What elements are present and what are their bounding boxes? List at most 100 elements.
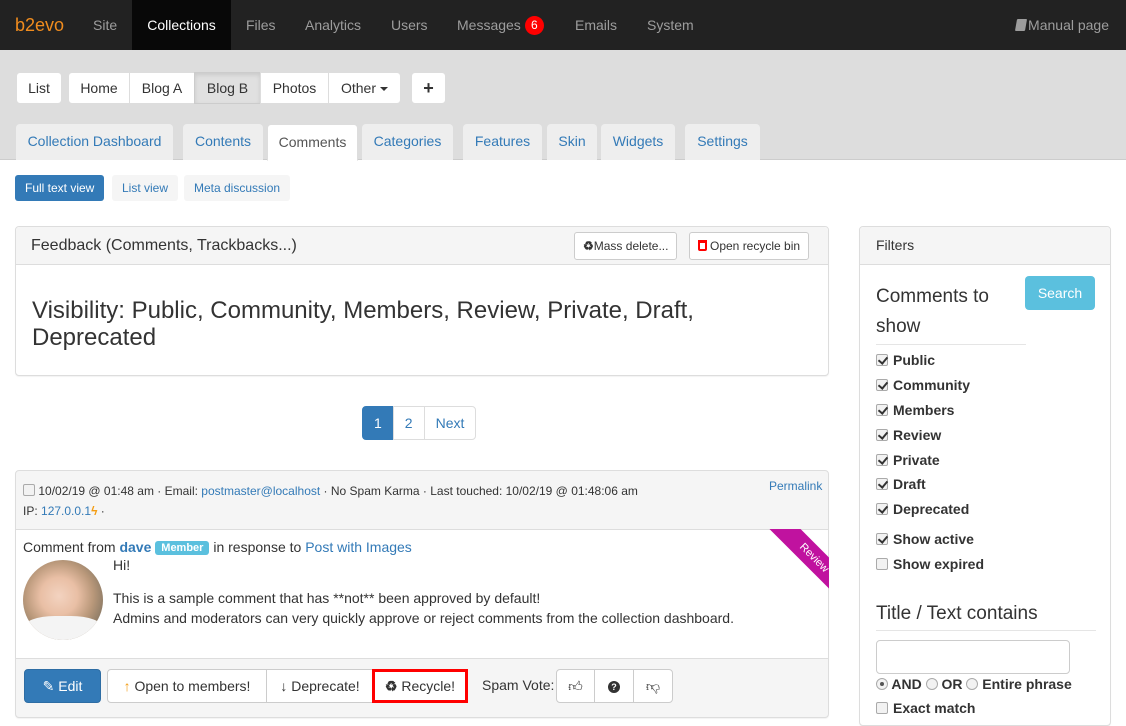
mass-delete-button[interactable]: ♻Mass delete... [574,232,678,260]
deprecate-label: Deprecate! [291,678,360,694]
author-member-badge: Member [155,541,210,555]
trash-icon [698,240,707,251]
filter-community[interactable]: Community [876,377,970,393]
show-expired-checkbox[interactable] [876,558,888,570]
nav-emails[interactable]: Emails [560,0,632,50]
nav-collections[interactable]: Collections [132,0,231,50]
comment-select-checkbox[interactable] [23,484,35,496]
spam-vote-unsure-button[interactable]: ? [594,669,634,703]
spam-vote-ok-button[interactable]: 👍︎ [556,669,595,703]
collection-home[interactable]: Home [68,72,130,104]
arrow-up-icon: ↑ [123,678,131,694]
recycle-label: Recycle! [401,678,456,694]
filter-draft[interactable]: Draft [876,476,926,492]
thumbs-down-icon: 👎︎ [645,678,661,694]
filter-public[interactable]: Public [876,352,935,368]
show-active-checkbox[interactable] [876,533,888,545]
match-mode-group: AND OR Entire phrase [876,676,1072,692]
comment-text-line-1: This is a sample comment that has **not*… [113,590,541,606]
view-meta-discussion[interactable]: Meta discussion [184,175,291,201]
collection-other-dropdown[interactable]: Other [328,72,401,104]
filter-exact-match[interactable]: Exact match [876,700,975,716]
show-active-label: Show active [893,531,974,547]
comment-ip-link[interactable]: 127.0.0.1 [41,504,91,518]
match-phrase-radio[interactable] [966,678,979,690]
pagination: 1 2 Next [362,406,477,440]
manual-page-link[interactable]: Manual page [1014,0,1109,50]
comments-to-show-heading: Comments to show [876,282,1026,345]
search-button[interactable]: Search [1025,276,1095,310]
nav-files[interactable]: Files [231,0,291,50]
add-collection-button[interactable]: + [411,72,446,104]
permalink[interactable]: Permalink [769,479,822,493]
filter-draft-checkbox[interactable] [876,478,888,490]
match-and-radio[interactable] [876,678,888,690]
tab-categories[interactable]: Categories [362,124,453,160]
tab-skin[interactable]: Skin [547,124,597,160]
arrow-down-icon: ↓ [280,678,288,694]
text-contains-input[interactable] [876,640,1070,674]
open-recycle-bin-button[interactable]: Open recycle bin [689,232,810,260]
filter-show-active[interactable]: Show active [876,531,974,547]
author-avatar[interactable] [23,560,103,640]
comment-email-link[interactable]: postmaster@localhost [201,484,320,498]
filter-review-checkbox[interactable] [876,429,888,441]
ip-suffix: · [100,504,105,518]
open-recycle-bin-label: Open recycle bin [710,239,801,253]
tab-widgets[interactable]: Widgets [601,124,675,160]
filter-community-checkbox[interactable] [876,379,888,391]
exact-match-checkbox[interactable] [876,702,888,714]
filter-members-checkbox[interactable] [876,404,888,416]
collection-blog-a[interactable]: Blog A [129,72,195,104]
comment-date: 10/02/19 @ 01:48 am [38,484,154,498]
nav-analytics[interactable]: Analytics [290,0,376,50]
tab-contents[interactable]: Contents [183,124,263,160]
nav-messages[interactable]: Messages 6 [442,0,559,50]
filter-public-label: Public [893,352,936,368]
comment-author-link[interactable]: dave [119,539,151,555]
collections-list-button[interactable]: List [16,72,62,104]
edit-button[interactable]: ✎ Edit [24,669,101,703]
filter-deprecated-checkbox[interactable] [876,503,888,515]
exact-match-label: Exact match [893,700,976,716]
comment-text-line-2: Admins and moderators can very quickly a… [113,610,734,626]
tab-comments[interactable]: Comments [267,124,358,161]
post-link[interactable]: Post with Images [305,539,412,555]
view-full-text[interactable]: Full text view [15,175,105,201]
tab-features[interactable]: Features [463,124,542,160]
open-to-members-button[interactable]: ↑ Open to members! [107,669,267,703]
filter-deprecated-label: Deprecated [893,501,970,517]
comment-karma-info: · No Spam Karma · Last touched: 10/02/19… [323,484,638,498]
page-2[interactable]: 2 [392,406,425,440]
nav-users[interactable]: Users [376,0,443,50]
filter-private-label: Private [893,452,940,468]
filter-members[interactable]: Members [876,402,954,418]
collection-photos[interactable]: Photos [260,72,329,104]
visibility-summary: Visibility: Public, Community, Members, … [32,297,694,351]
filter-show-expired[interactable]: Show expired [876,556,984,572]
recycle-button[interactable]: ♻ Recycle! [372,669,468,703]
email-label: · Email: [157,484,198,498]
filter-private-checkbox[interactable] [876,454,888,466]
tab-collection-dashboard[interactable]: Collection Dashboard [16,124,173,160]
comment-ip-line: IP: 127.0.0.1ϟ · [23,504,105,518]
page-1[interactable]: 1 [362,406,394,440]
spam-vote-spam-button[interactable]: 👎︎ [633,669,673,703]
filter-private[interactable]: Private [876,452,940,468]
open-to-members-label: Open to members! [134,678,251,694]
brand-logo[interactable]: b2evo [15,15,64,35]
tab-settings[interactable]: Settings [685,124,760,160]
view-list[interactable]: List view [112,175,179,201]
match-or-radio[interactable] [925,678,938,690]
filter-deprecated[interactable]: Deprecated [876,501,969,517]
nav-site[interactable]: Site [78,0,132,50]
comment-from-label: Comment from [23,539,116,555]
collection-blog-b[interactable]: Blog B [194,72,261,104]
filter-public-checkbox[interactable] [876,354,888,366]
thumbs-up-icon: 👍︎ [568,678,583,694]
page-next[interactable]: Next [423,406,477,440]
deprecate-button[interactable]: ↓ Deprecate! [266,669,374,703]
nav-system[interactable]: System [632,0,709,50]
filter-review[interactable]: Review [876,427,941,443]
spam-vote-label: Spam Vote: [482,677,555,693]
